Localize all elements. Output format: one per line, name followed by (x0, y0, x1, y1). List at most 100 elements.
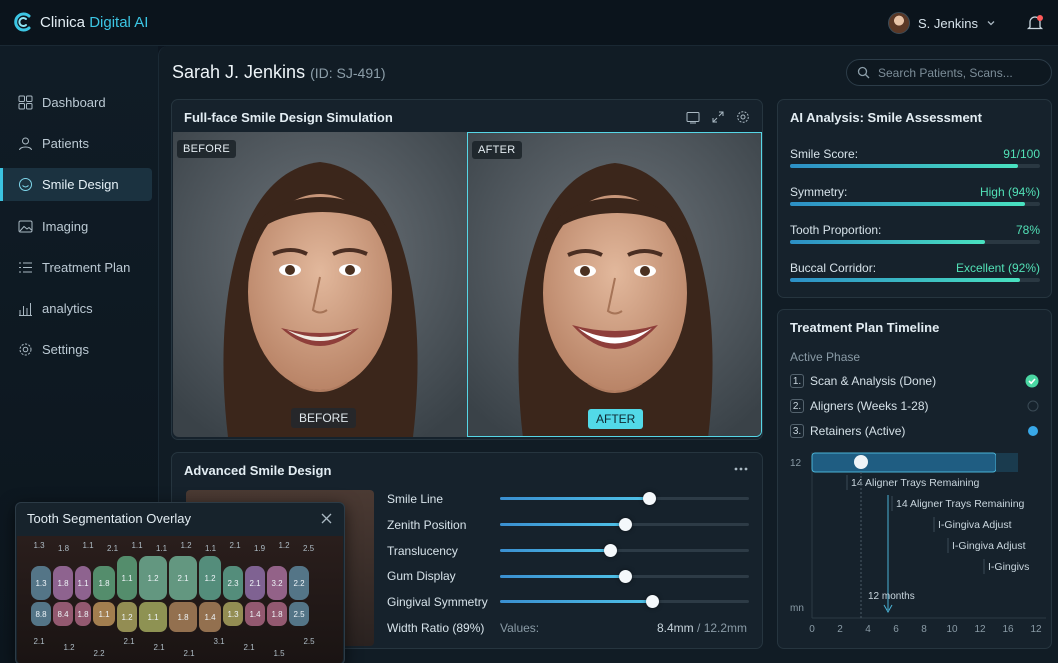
tooth-value: 8.8 (35, 610, 47, 619)
page-title: Sarah J. Jenkins (ID: SJ-491) (172, 62, 386, 82)
bell-icon[interactable] (1026, 14, 1044, 32)
metric-tooth-proportion: Tooth Proportion: 78% (790, 223, 1040, 244)
sidebar-item-settings[interactable]: Settings (0, 333, 152, 366)
metric-value: 78% (1015, 223, 1040, 237)
progress-bar (790, 240, 1040, 244)
before-photo: BEFORE BEFORE (173, 132, 467, 437)
phase-item[interactable]: 3. Retainers (Active) (790, 424, 905, 438)
sidebar-item-label: Dashboard (42, 95, 106, 110)
phase-item[interactable]: 2. Aligners (Weeks 1-28) (790, 399, 929, 413)
search-icon (857, 66, 870, 79)
panel-title: Full-face Smile Design Simulation (184, 110, 393, 125)
app-logo[interactable]: Clinica Digital AI (12, 11, 148, 33)
tooth-value: 1.2 (147, 574, 159, 583)
active-phase-label: Active Phase (790, 350, 861, 364)
timeline-chart: 12 mn 14 Aligner Trays Remaining14 Align… (790, 452, 1046, 635)
tooth-value: 1.8 (57, 579, 69, 588)
segmentation-view: 1.3 1.8 1.1 1.8 1.1 1.2 2.1 1.2 2.3 2.1 3.2 2.2 8.8 8… (17, 536, 343, 663)
translucency-slider[interactable] (500, 544, 749, 557)
tooth-value: 1.3 (35, 579, 47, 588)
avatar (888, 12, 911, 34)
fullscreen-icon[interactable] (686, 111, 700, 124)
sidebar-item-patients[interactable]: Patients (0, 127, 152, 160)
phase-label: Aligners (Weeks 1-28) (810, 399, 929, 413)
x-tick-label: 6 (893, 624, 899, 635)
slider-label: Gingival Symmetry (387, 595, 488, 609)
phase-item[interactable]: 1. Scan & Analysis (Done) (790, 374, 936, 388)
smile-line-slider[interactable] (500, 492, 749, 505)
close-icon[interactable] (321, 513, 332, 524)
tooth-value: 1.8 (98, 579, 110, 588)
gum-display-slider[interactable] (500, 570, 749, 583)
list-icon (19, 262, 32, 273)
y-axis-bottom-label: mn (790, 603, 804, 614)
user-name: S. Jenkins (918, 15, 978, 31)
tooth-value: 2.1 (249, 579, 261, 588)
metric-symmetry: Symmetry: High (94%) (790, 185, 1040, 206)
measure-label: 2.1 (123, 637, 135, 646)
sidebar-item-label: analytics (42, 301, 93, 316)
sidebar-item-imaging[interactable]: Imaging (0, 210, 152, 243)
progress-fill (790, 202, 1025, 206)
slider-label: Translucency (387, 544, 458, 558)
timeline-handle[interactable] (854, 455, 868, 469)
patients-icon (19, 137, 32, 151)
slider-thumb[interactable] (645, 595, 659, 608)
measure-label: 2.1 (229, 541, 241, 550)
settings-icon[interactable] (736, 110, 750, 124)
tooth-value: 2.3 (227, 579, 239, 588)
measure-label: 2.2 (93, 649, 105, 658)
metric-value: Excellent (92%) (955, 261, 1040, 275)
active-dot-icon (1028, 426, 1038, 436)
after-label: AFTER (472, 141, 522, 159)
sidebar-item-treatment-plan[interactable]: Treatment Plan (0, 251, 152, 284)
measure-label: 2.1 (33, 637, 45, 646)
tooth-value: 1.2 (121, 613, 133, 622)
width-ratio-label: Width Ratio (89%) (387, 621, 485, 635)
metric-buccal-corridor: Buccal Corridor: Excellent (92%) (790, 261, 1040, 282)
sidebar-item-smile-design[interactable]: Smile Design (0, 168, 152, 201)
measure-label: 1.1 (156, 544, 168, 553)
slider-label: Zenith Position (387, 518, 467, 532)
zenith-position-slider[interactable] (500, 518, 749, 531)
measure-label: 1.5 (273, 649, 285, 658)
more-options-icon[interactable] (734, 467, 748, 471)
progress-fill (790, 240, 985, 244)
timeline-bar[interactable] (811, 452, 997, 473)
after-button[interactable]: AFTER (588, 409, 644, 429)
tooth-segmentation-overlay[interactable]: Tooth Segmentation Overlay 1.3 1.8 1.1 1.8 1… (15, 502, 345, 663)
search-input[interactable]: Search Patients, Scans... (846, 59, 1052, 86)
gear-icon (19, 343, 32, 356)
slider-thumb[interactable] (618, 570, 632, 583)
slider-thumb[interactable] (603, 544, 617, 557)
treatment-timeline-panel: Treatment Plan Timeline Active Phase 1. … (777, 309, 1052, 649)
image-icon (18, 220, 33, 233)
progress-bar (790, 202, 1040, 206)
phase-number: 3. (790, 424, 804, 438)
before-button[interactable]: BEFORE (291, 408, 357, 428)
smile-simulation-panel: Full-face Smile Design Simulation BEFORE… (171, 99, 763, 440)
gingival-symmetry-slider[interactable] (500, 595, 749, 608)
timeline-annotations: 14 Aligner Trays Remaining 14 Aligner Tra… (846, 475, 1029, 574)
panel-title: Advanced Smile Design (184, 463, 332, 478)
logo-icon (14, 12, 31, 32)
phase-label: Retainers (Active) (810, 424, 906, 438)
user-menu[interactable]: S. Jenkins (888, 12, 996, 34)
marker-label: 12 months (868, 591, 915, 602)
check-icon (1025, 374, 1039, 388)
x-tick-label: 16 (1002, 624, 1014, 635)
tooth-value: 1.1 (147, 613, 159, 622)
tooth-value: 1.1 (77, 579, 89, 588)
measure-label: 3.1 (213, 637, 225, 646)
measure-label: 1.1 (82, 541, 94, 550)
progress-bar (790, 278, 1040, 282)
sidebar-item-dashboard[interactable]: Dashboard (0, 86, 152, 119)
measure-label: 2.5 (303, 637, 315, 646)
tooth-value: 1.3 (227, 610, 239, 619)
sidebar-item-analytics[interactable]: analytics (0, 292, 152, 325)
slider-thumb[interactable] (618, 518, 632, 531)
x-tick-label: 8 (921, 624, 927, 635)
measure-label: 2.5 (303, 544, 315, 553)
expand-icon[interactable] (711, 110, 725, 124)
x-tick-label: 12 (1030, 624, 1042, 635)
